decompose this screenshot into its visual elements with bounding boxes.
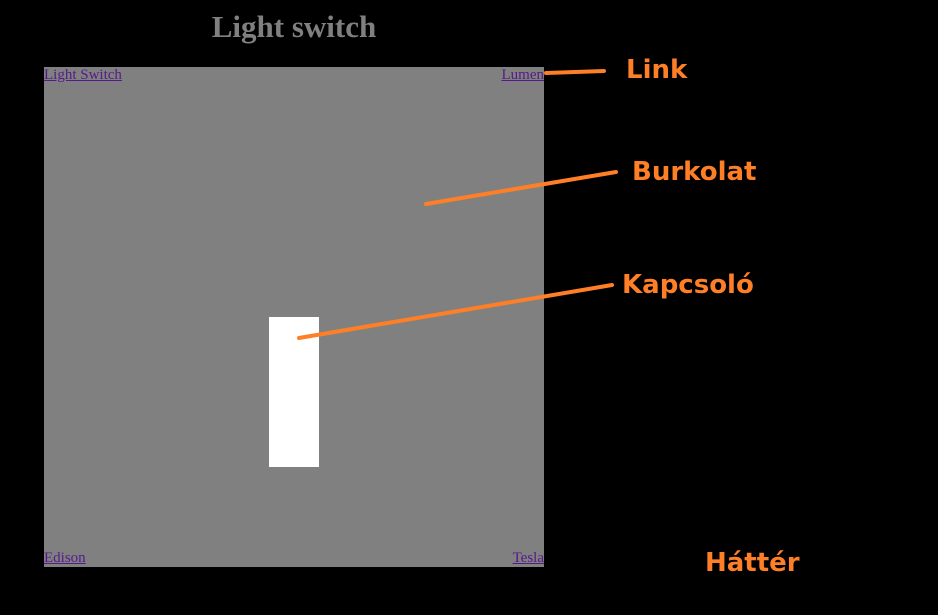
annotation-label-burkolat: Burkolat — [632, 157, 757, 187]
link-tesla[interactable]: Tesla — [513, 550, 544, 567]
annotation-label-link: Link — [626, 55, 688, 85]
switch-plate: Light Switch Lumen Edison Tesla — [44, 67, 544, 567]
link-edison[interactable]: Edison — [44, 550, 86, 567]
light-switch-toggle[interactable] — [269, 317, 319, 467]
page-title: Light switch — [211, 9, 377, 44]
annotation-label-kapcsolo: Kapcsoló — [622, 270, 754, 300]
annotation-line-link — [544, 69, 606, 75]
annotation-label-hatter: Háttér — [705, 548, 800, 578]
link-lumen[interactable]: Lumen — [502, 67, 545, 84]
page-background: Light switch Light Switch Lumen Edison T… — [0, 0, 938, 615]
link-light-switch[interactable]: Light Switch — [44, 67, 122, 84]
